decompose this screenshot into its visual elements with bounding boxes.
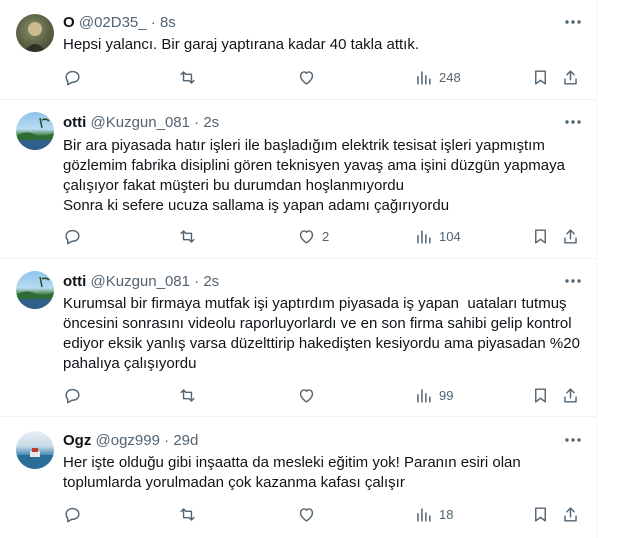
tweet-header: otti @Kuzgun_081 · 2s <box>63 113 219 132</box>
display-name[interactable]: Ogz <box>63 432 91 449</box>
bookmark-button[interactable] <box>531 504 550 524</box>
bookmark-icon <box>535 69 546 85</box>
views-count: 248 <box>439 69 461 85</box>
views-button[interactable]: 18 <box>414 504 453 524</box>
display-name[interactable]: O <box>63 14 75 31</box>
retweet-icon <box>180 70 195 84</box>
reply-icon <box>65 388 80 403</box>
avatar[interactable] <box>16 271 54 309</box>
timestamp[interactable]: 8s <box>160 14 176 31</box>
tweet-header: otti @Kuzgun_081 · 2s <box>63 272 219 291</box>
views-button[interactable]: 104 <box>414 226 461 246</box>
retweet-icon <box>180 507 195 521</box>
more-options-icon[interactable] <box>563 112 583 132</box>
tweet[interactable]: Ogz @ogz999 · 29d Her işte olduğu gibi i… <box>0 417 597 538</box>
retweet-button[interactable] <box>178 67 203 87</box>
heart-icon <box>299 70 314 85</box>
user-handle[interactable]: @Kuzgun_081 <box>91 273 190 290</box>
retweet-button[interactable] <box>178 385 203 405</box>
tweet[interactable]: O @02D35_ · 8s Hepsi yalancı. Bir garaj … <box>0 0 597 100</box>
timestamp[interactable]: 2s <box>203 114 219 131</box>
tweet-text: Kurumsal bir firmaya mutfak işi yaptırdı… <box>63 295 585 372</box>
timestamp[interactable]: 2s <box>203 273 219 290</box>
tweet[interactable]: otti @Kuzgun_081 · 2s Bir ara piyasada h… <box>0 100 597 259</box>
reply-button[interactable] <box>63 504 88 524</box>
views-count: 99 <box>439 387 454 403</box>
separator-dot: · <box>194 114 200 131</box>
reply-icon <box>65 70 80 85</box>
display-name[interactable]: otti <box>63 273 86 290</box>
more-options-icon[interactable] <box>563 430 583 450</box>
views-chart-icon <box>417 507 431 522</box>
reply-button[interactable] <box>63 67 88 87</box>
views-button[interactable]: 248 <box>414 67 461 87</box>
bookmark-button[interactable] <box>531 226 550 246</box>
tweet-header: Ogz @ogz999 · 29d <box>63 431 198 450</box>
share-icon <box>564 228 577 244</box>
share-button[interactable] <box>561 504 580 524</box>
user-handle[interactable]: @ogz999 <box>96 432 160 449</box>
views-chart-icon <box>417 229 431 244</box>
share-button[interactable] <box>561 226 580 246</box>
retweet-button[interactable] <box>178 504 203 524</box>
tweet-actions: 99 <box>63 385 583 405</box>
views-count: 104 <box>439 228 461 244</box>
like-count: 2 <box>322 228 330 244</box>
views-count: 18 <box>439 506 454 522</box>
views-chart-icon <box>417 388 431 403</box>
user-handle[interactable]: @02D35_ <box>79 14 147 31</box>
share-button[interactable] <box>561 385 580 405</box>
share-button[interactable] <box>561 67 580 87</box>
tweet-text: Hepsi yalancı. Bir garaj yaptırana kadar… <box>63 36 420 53</box>
separator-dot: · <box>164 432 170 449</box>
bookmark-icon <box>535 387 546 403</box>
bookmark-icon <box>535 506 546 522</box>
tweet-actions: 2 104 <box>63 226 583 246</box>
user-handle[interactable]: @Kuzgun_081 <box>91 114 190 131</box>
reply-button[interactable] <box>63 385 88 405</box>
like-button[interactable] <box>297 504 322 524</box>
avatar[interactable] <box>16 431 54 469</box>
reply-button[interactable] <box>63 226 88 246</box>
heart-icon <box>299 388 314 403</box>
reply-icon <box>65 507 80 522</box>
separator-dot: · <box>150 14 156 31</box>
display-name[interactable]: otti <box>63 114 86 131</box>
like-button[interactable] <box>297 385 322 405</box>
views-button[interactable]: 99 <box>414 385 453 405</box>
timestamp[interactable]: 29d <box>173 432 198 449</box>
tweet-header: O @02D35_ · 8s <box>63 13 176 32</box>
tweet-text: Her işte olduğu gibi inşaatta da mesleki… <box>63 454 525 491</box>
views-chart-icon <box>417 70 431 85</box>
share-icon <box>564 69 577 85</box>
share-icon <box>564 506 577 522</box>
more-options-icon[interactable] <box>563 271 583 291</box>
retweet-button[interactable] <box>178 226 203 246</box>
more-options-icon[interactable] <box>563 12 583 32</box>
avatar[interactable] <box>16 14 54 52</box>
tweet-actions: 248 <box>63 67 583 87</box>
reply-icon <box>65 229 80 244</box>
timeline: O @02D35_ · 8s Hepsi yalancı. Bir garaj … <box>0 0 597 538</box>
bookmark-button[interactable] <box>531 67 550 87</box>
bookmark-button[interactable] <box>531 385 550 405</box>
tweet-actions: 18 <box>63 504 583 524</box>
heart-icon <box>299 229 314 244</box>
retweet-icon <box>180 229 195 243</box>
share-icon <box>564 387 577 403</box>
separator-dot: · <box>194 273 200 290</box>
tweet-text: Bir ara piyasada hatır işleri ile başlad… <box>63 137 565 214</box>
tweet[interactable]: otti @Kuzgun_081 · 2s Kurumsal bir firma… <box>0 259 597 417</box>
heart-icon <box>299 507 314 522</box>
retweet-icon <box>180 388 195 402</box>
bookmark-icon <box>535 228 546 244</box>
like-button[interactable]: 2 <box>297 226 329 246</box>
like-button[interactable] <box>297 67 322 87</box>
avatar[interactable] <box>16 112 54 150</box>
